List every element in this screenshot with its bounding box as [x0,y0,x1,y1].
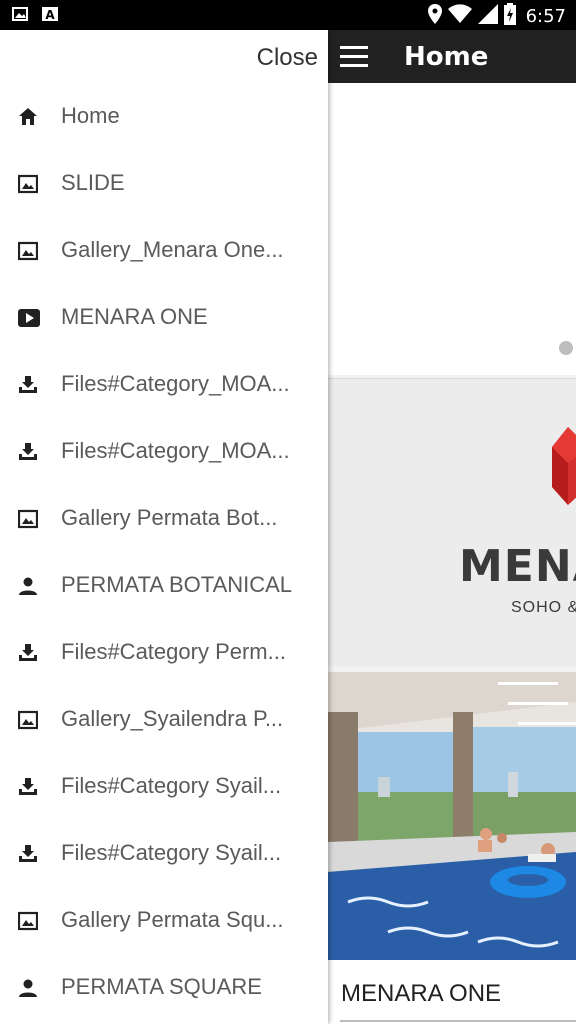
battery-charging-icon [503,3,516,30]
person-icon [18,978,38,998]
hamburger-menu-icon[interactable] [340,46,368,68]
status-time: 6:57 [525,6,566,27]
download-icon [18,777,38,797]
drawer-menu: Home SLIDE Gallery_Menara One... MENARA … [0,83,328,1021]
menu-item-label: Gallery_Syailendra P... [61,706,284,731]
logo-text: MENA [459,541,576,592]
image-icon [17,509,39,529]
menu-item-label: Gallery Permata Squ... [61,907,284,932]
divider [340,1020,576,1022]
menu-item-label: SLIDE [61,170,125,195]
menu-item-label: Files#Category_MOA... [61,438,290,463]
youtube-icon [18,308,40,328]
menu-item-label: MENARA ONE [61,304,208,329]
image-icon [17,911,39,931]
location-icon [427,4,442,29]
menu-item-label: PERMATA SQUARE [61,974,262,999]
menu-item-files-moa-1[interactable]: Files#Category_MOA... [0,351,328,418]
signal-icon [477,4,498,29]
menu-item-label: Files#Category Syail... [61,840,282,865]
menu-item-gallery-permata-botanical[interactable]: Gallery Permata Bot... [0,485,328,552]
menu-item-files-syailendra-1[interactable]: Files#Category Syail... [0,753,328,820]
app-content: Home MENA SOHO & [328,30,576,1024]
menu-item-label: PERMATA BOTANICAL [61,572,293,597]
card-caption[interactable]: MENARA ONE [328,960,576,1024]
menu-item-home[interactable]: Home [0,83,328,150]
page-title: Home [404,42,489,72]
image-icon [17,174,39,194]
download-icon [18,442,38,462]
menu-item-gallery-syailendra[interactable]: Gallery_Syailendra P... [0,686,328,753]
menu-item-label: Files#Category Syail... [61,773,282,798]
menu-item-label: Home [61,103,120,128]
close-button[interactable]: Close [257,44,318,72]
home-icon [18,107,38,127]
menu-item-files-syailendra-2[interactable]: Files#Category Syail... [0,820,328,887]
status-bar: A 6:57 [0,0,576,30]
menu-item-label: Gallery_Menara One... [61,237,284,262]
app-bar: Home [328,30,576,83]
pool-photo[interactable] [328,672,576,960]
logo-subtext: SOHO & [511,599,576,616]
wifi-icon [447,4,472,29]
image-icon [17,241,39,261]
menu-item-gallery-menara-one[interactable]: Gallery_Menara One... [0,217,328,284]
menu-item-label: Files#Category Perm... [61,639,286,664]
a-text-notification-icon: A [42,6,58,27]
svg-text:A: A [45,8,55,22]
menu-item-files-permata[interactable]: Files#Category Perm... [0,619,328,686]
menara-one-logo-card[interactable]: MENA SOHO & [328,378,576,666]
logo-mark-icon [552,427,576,505]
image-notification-icon [12,6,28,27]
image-slider[interactable] [328,83,576,375]
download-icon [18,844,38,864]
person-icon [18,576,38,596]
download-icon [18,375,38,395]
image-icon [17,710,39,730]
menu-item-label: Files#Category_MOA... [61,371,290,396]
menu-item-permata-square[interactable]: PERMATA SQUARE [0,954,328,1021]
caption-title: MENARA ONE [341,980,502,1007]
menu-item-slide[interactable]: SLIDE [0,150,328,217]
menu-item-permata-botanical[interactable]: PERMATA BOTANICAL [0,552,328,619]
menu-item-files-moa-2[interactable]: Files#Category_MOA... [0,418,328,485]
slider-dot[interactable] [559,341,573,355]
navigation-drawer: Close Home SLIDE Gallery_Menara One... M… [0,30,328,1024]
menu-item-menara-one-video[interactable]: MENARA ONE [0,284,328,351]
menu-item-gallery-permata-square[interactable]: Gallery Permata Squ... [0,887,328,954]
download-icon [18,643,38,663]
menu-item-label: Gallery Permata Bot... [61,505,278,530]
